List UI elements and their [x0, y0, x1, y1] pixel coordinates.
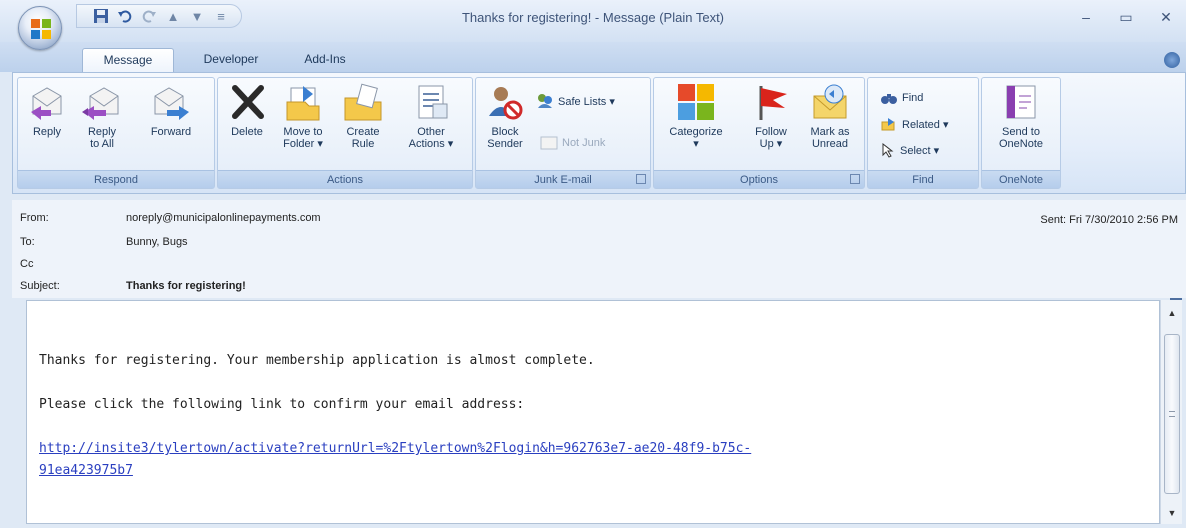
related-button[interactable]: Related ▾ [880, 116, 949, 132]
to-value[interactable]: Bunny, Bugs [126, 236, 188, 248]
reply-all-button[interactable]: Reply to All [74, 82, 130, 150]
move-to-folder-icon [283, 82, 323, 122]
cc-label: Cc [20, 258, 34, 270]
categorize-button[interactable]: Categorize ▾ [658, 82, 734, 150]
block-sender-icon [485, 82, 525, 122]
window-title: Thanks for registering! - Message (Plain… [461, 10, 725, 25]
message-header: From: noreply@municipalonlinepayments.co… [12, 200, 1186, 298]
body-line-1: Thanks for registering. Your membership … [39, 353, 595, 368]
body-line-2: Please click the following link to confi… [39, 397, 525, 412]
window-controls: – ▭ ✕ [1066, 4, 1186, 30]
mark-as-unread-icon [810, 82, 850, 122]
send-to-onenote-button[interactable]: Send to OneNote [986, 82, 1056, 150]
follow-up-flag-icon [751, 82, 791, 122]
subject-label: Subject: [20, 280, 60, 292]
safe-lists-icon [538, 94, 552, 108]
scroll-up-icon[interactable]: ▲ [1161, 304, 1183, 322]
create-rule-icon [343, 82, 383, 122]
create-rule-button[interactable]: Create Rule [336, 82, 390, 150]
ribbon-tabs: Message Developer Add-Ins [0, 42, 1186, 72]
reply-all-icon [82, 82, 122, 122]
sent-row: Sent: Fri 7/30/2010 2:56 PM [1040, 214, 1178, 226]
close-icon[interactable]: ✕ [1146, 4, 1186, 30]
forward-icon [151, 82, 191, 122]
tab-message[interactable]: Message [82, 48, 174, 72]
minimize-icon[interactable]: – [1066, 4, 1106, 30]
tab-developer[interactable]: Developer [188, 48, 274, 72]
group-label-find: Find [868, 170, 978, 188]
help-icon[interactable] [1164, 52, 1180, 68]
group-junk-email: Block Sender Safe Lists ▾ Not Junk Junk … [475, 77, 651, 189]
group-actions: Delete Move to Folder ▾ Create Rule Othe… [217, 77, 473, 189]
office-button[interactable] [18, 6, 62, 50]
options-dialog-launcher-icon[interactable] [850, 174, 860, 184]
safe-lists-button[interactable]: Safe Lists ▾ [536, 92, 615, 110]
other-actions-icon [411, 82, 451, 122]
delete-icon [227, 82, 267, 122]
confirm-link-continued[interactable]: 91ea423975b7 [39, 463, 133, 478]
onenote-icon [1001, 82, 1041, 122]
title-bar: ▲ ▼ ≡ Thanks for registering! - Message … [0, 0, 1186, 42]
junk-dialog-launcher-icon[interactable] [636, 174, 646, 184]
categorize-icon [676, 82, 716, 122]
not-junk-button[interactable]: Not Junk [540, 136, 605, 150]
reply-icon [27, 82, 67, 122]
group-find: Find Related ▾ Select ▾ Find [867, 77, 979, 189]
maximize-icon[interactable]: ▭ [1106, 4, 1146, 30]
tab-add-ins[interactable]: Add-Ins [290, 48, 360, 72]
move-to-folder-button[interactable]: Move to Folder ▾ [274, 82, 332, 150]
follow-up-button[interactable]: Follow Up ▾ [744, 82, 798, 150]
related-icon [881, 118, 895, 131]
from-label: From: [20, 212, 49, 224]
sent-value: Fri 7/30/2010 2:56 PM [1069, 214, 1178, 226]
scrollbar-grip-icon [1169, 411, 1175, 417]
group-label-onenote: OneNote [982, 170, 1060, 188]
scrollbar-thumb[interactable] [1164, 334, 1180, 494]
subject-value: Thanks for registering! [126, 280, 246, 292]
not-junk-icon [540, 136, 558, 150]
office-logo-icon [31, 19, 51, 39]
to-label: To: [20, 236, 35, 248]
delete-button[interactable]: Delete [222, 82, 272, 138]
select-button[interactable]: Select ▾ [880, 142, 939, 158]
other-actions-button[interactable]: Other Actions ▾ [398, 82, 464, 150]
sent-label: Sent: [1040, 214, 1067, 226]
ribbon: Reply Reply to All Forward Respond Delet… [12, 72, 1186, 194]
group-options: Categorize ▾ Follow Up ▾ Mark as Unread … [653, 77, 865, 189]
binoculars-icon [881, 94, 897, 104]
confirm-link[interactable]: http://insite3/tylertown/activate?return… [39, 441, 751, 456]
reply-button[interactable]: Reply [22, 82, 72, 138]
forward-button[interactable]: Forward [136, 82, 206, 138]
group-label-actions: Actions [218, 170, 472, 188]
group-label-respond: Respond [18, 170, 214, 188]
group-label-junk-email: Junk E-mail [476, 170, 650, 188]
group-respond: Reply Reply to All Forward Respond [17, 77, 215, 189]
find-button[interactable]: Find [880, 90, 923, 106]
from-value[interactable]: noreply@municipalonlinepayments.com [126, 212, 321, 224]
message-body[interactable]: Thanks for registering. Your membership … [26, 300, 1160, 524]
scroll-down-icon[interactable]: ▼ [1161, 504, 1183, 522]
group-label-options: Options [654, 170, 864, 188]
block-sender-button[interactable]: Block Sender [480, 82, 530, 150]
vertical-scrollbar[interactable]: ▲ ▼ [1160, 300, 1182, 524]
group-onenote: Send to OneNote OneNote [981, 77, 1061, 189]
select-cursor-icon [882, 142, 894, 158]
mark-as-unread-button[interactable]: Mark as Unread [802, 82, 858, 150]
